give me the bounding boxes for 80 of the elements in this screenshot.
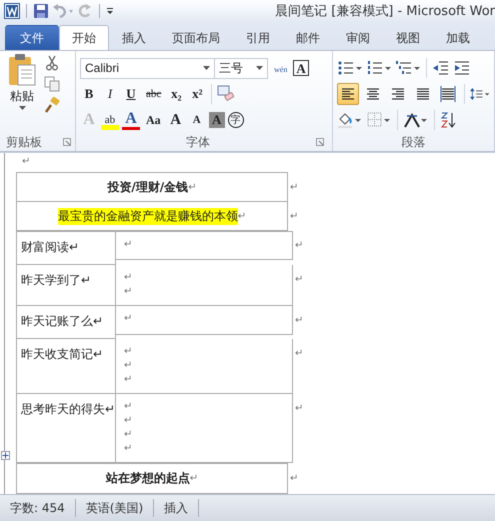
- paragraph-mark: ↵: [22, 156, 32, 169]
- font-name-field[interactable]: Calibri: [80, 58, 215, 78]
- clear-format-icon[interactable]: [217, 85, 236, 103]
- customize-caret-icon[interactable]: [106, 6, 114, 16]
- table-cell: ↵ ↵: [116, 265, 293, 306]
- format-button[interactable]: x₂: [167, 84, 186, 104]
- cut-icon[interactable]: [44, 55, 60, 71]
- word-logo-icon[interactable]: [4, 3, 20, 19]
- ribbon-tab[interactable]: 邮件: [283, 25, 333, 50]
- ribbon-tab[interactable]: 引用: [233, 25, 283, 50]
- font-effect-button[interactable]: A: [166, 110, 185, 130]
- row-end-mark: ↵: [295, 402, 304, 414]
- ribbon-tab[interactable]: 文件: [5, 25, 59, 50]
- font-effect-button[interactable]: 字: [228, 112, 244, 128]
- font-effect-button[interactable]: A: [122, 110, 140, 130]
- multilevel-list-icon[interactable]: [395, 59, 421, 77]
- table-cell: 昨天记账了么↵: [16, 306, 116, 339]
- ribbon-tab[interactable]: 加载: [433, 25, 483, 50]
- table-cell: ↵ ↵ ↵: [116, 339, 293, 394]
- shading-icon[interactable]: [337, 111, 363, 129]
- clipboard-icon: [7, 53, 37, 87]
- brush-icon[interactable]: [44, 97, 60, 113]
- save-icon[interactable]: [33, 3, 49, 19]
- character-border-button[interactable]: A: [293, 60, 309, 76]
- line-spacing-icon[interactable]: [470, 85, 490, 103]
- row-end-mark: ↵: [290, 182, 298, 192]
- table-cell: 思考昨天的得失↵: [16, 394, 116, 463]
- status-item[interactable]: 插入: [154, 499, 200, 517]
- row-end-mark: ↵: [295, 314, 304, 326]
- ribbon-tab[interactable]: 开始: [59, 25, 109, 50]
- dialog-launcher-icon[interactable]: [63, 138, 71, 146]
- table-cell: 财富阅读↵: [16, 231, 116, 265]
- caret-icon: [203, 66, 210, 70]
- table-cell: 昨天收支简记↵: [16, 339, 116, 394]
- row-end-mark: ↵: [290, 473, 298, 484]
- ribbon-tab[interactable]: 视图: [383, 25, 433, 50]
- font-effect-button[interactable]: A: [208, 112, 225, 128]
- font-size-field[interactable]: 三号: [214, 58, 268, 78]
- format-button[interactable]: abc: [143, 84, 164, 104]
- align-lines-icon: [439, 85, 457, 103]
- paste-button[interactable]: 粘贴: [4, 53, 40, 131]
- phonetic-guide-button[interactable]: wén: [271, 58, 290, 78]
- format-button[interactable]: x²: [188, 84, 206, 104]
- move-handle-icon[interactable]: [1, 451, 10, 460]
- font-effect-button[interactable]: A: [188, 110, 206, 130]
- format-button[interactable]: I: [101, 84, 119, 104]
- ribbon-tab[interactable]: 页面布局: [159, 25, 233, 50]
- group-label: 字体: [186, 134, 210, 150]
- format-button[interactable]: B: [80, 84, 98, 104]
- table-cell: ↵ ↵ ↵ ↵: [116, 394, 293, 463]
- row-end-mark: ↵: [295, 273, 304, 285]
- table-cell: 投资/理财/金钱↵: [16, 172, 288, 202]
- caret-icon: [18, 106, 26, 110]
- table-cell: 昨天学到了↵: [16, 265, 116, 306]
- copy-icon[interactable]: [44, 76, 60, 92]
- chinese-layout-icon[interactable]: [403, 111, 429, 129]
- sort-icon[interactable]: [440, 111, 458, 129]
- window-title: 晨间笔记 [兼容模式] - Microsoft Wor: [275, 3, 495, 20]
- ribbon-tab[interactable]: 插入: [109, 25, 159, 50]
- numbering-icon[interactable]: [366, 59, 392, 77]
- table-cell: ↵: [116, 306, 293, 335]
- row-end-mark: ↵: [295, 239, 304, 251]
- table-cell: 最宝贵的金融资产就是赚钱的本领↵: [16, 202, 288, 231]
- table-cell: ↵: [116, 231, 293, 260]
- dialog-launcher-icon[interactable]: [316, 138, 324, 146]
- row-end-mark: ↵: [290, 211, 298, 222]
- align-button[interactable]: [337, 83, 359, 105]
- table-cell: 站在梦想的起点↵: [16, 463, 288, 494]
- caret-icon: [256, 66, 263, 70]
- format-button[interactable]: U: [122, 84, 140, 104]
- group-label: 段落: [402, 134, 426, 150]
- status-item[interactable]: 英语(美国): [76, 499, 154, 517]
- decrease-indent-icon[interactable]: [432, 59, 450, 77]
- font-effect-button[interactable]: Aa: [143, 110, 164, 130]
- ribbon-tab[interactable]: 审阅: [333, 25, 383, 50]
- bullets-icon[interactable]: [337, 59, 363, 77]
- status-item[interactable]: 字数: 454: [0, 499, 76, 517]
- increase-indent-icon[interactable]: [453, 59, 471, 77]
- row-end-mark: ↵: [295, 347, 304, 359]
- group-label: 剪贴板: [6, 134, 42, 150]
